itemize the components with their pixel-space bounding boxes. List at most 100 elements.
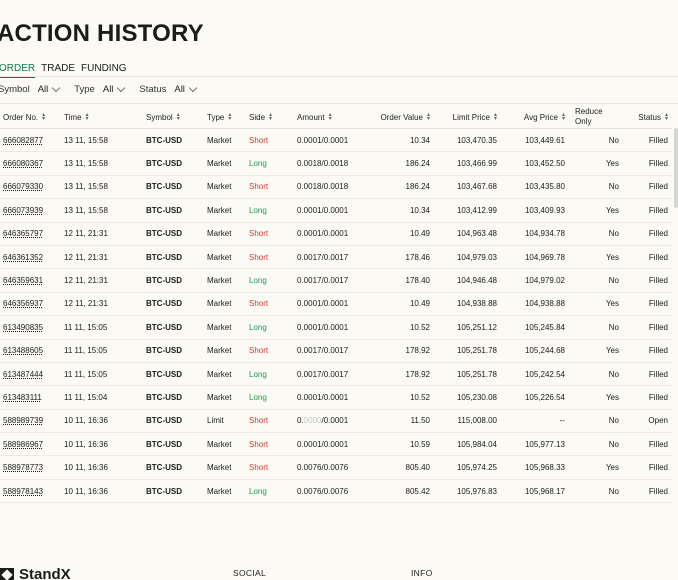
column-header-symbol[interactable]: Symbol ▴ ▾ <box>146 106 206 128</box>
order-reduce-only: No <box>608 276 619 286</box>
order-value: 178.92 <box>405 369 430 379</box>
status-filter-label: Status <box>139 84 167 95</box>
column-header-limit-price[interactable]: Limit Price ▴ ▾ <box>432 106 497 128</box>
order-avg-price: 104,938.88 <box>524 299 565 309</box>
order-side: Long <box>249 322 267 332</box>
order-time: 11 11, 15:05 <box>64 346 108 356</box>
order-status: Filled <box>648 252 668 262</box>
order-symbol: BTC-USD <box>146 322 182 332</box>
order-number-link[interactable]: 666073939 <box>3 206 43 215</box>
order-avg-price: 105,968.33 <box>524 463 565 473</box>
sort-icon: ▴ ▾ <box>493 112 497 122</box>
order-avg-price: -- <box>559 416 565 426</box>
order-limit-price: 103,470.35 <box>456 135 497 145</box>
order-number-link[interactable]: 613487444 <box>3 370 43 379</box>
type-filter-value: All <box>102 84 114 95</box>
table-row[interactable]: 613490835 11 11, 15:05 BTC-USD Market Long 0.… <box>0 316 672 340</box>
column-header-status[interactable]: Status ▴ ▾ <box>626 106 668 128</box>
order-reduce-only: Yes <box>605 346 619 356</box>
order-side: Short <box>249 299 269 309</box>
order-type: Limit <box>207 416 224 426</box>
order-number-link[interactable]: 646359631 <box>3 276 43 285</box>
order-status: Filled <box>648 205 668 215</box>
order-limit-price: 115,008.00 <box>457 416 497 426</box>
column-header-type[interactable]: Type ▴ ▾ <box>207 106 249 128</box>
order-limit-price: 104,963.48 <box>456 229 497 239</box>
order-reduce-only: Yes <box>605 299 619 309</box>
order-number-link[interactable]: 588989739 <box>3 416 43 425</box>
column-header-order-value[interactable]: Order Value ▴ ▾ <box>360 106 430 128</box>
table-row[interactable]: 588978143 10 11, 16:36 BTC-USD Market Long 0.… <box>0 480 672 504</box>
order-type: Market <box>207 346 232 356</box>
table-row[interactable]: 588978773 10 11, 16:36 BTC-USD Market Short 0… <box>0 456 672 480</box>
order-status: Filled <box>648 135 668 145</box>
table-row[interactable]: 613488605 11 11, 15:05 BTC-USD Market Short 0… <box>0 340 672 363</box>
order-status: Filled <box>648 369 668 379</box>
column-header-time[interactable]: Time ▴ ▾ <box>64 106 144 128</box>
table-row[interactable]: 588989739 10 11, 16:36 BTC-USD Limit Short 0.… <box>0 410 672 434</box>
table-row[interactable]: 666073939 13 11, 15:58 BTC-USD Market Long 0.… <box>0 199 672 223</box>
sort-icon: ▴ ▾ <box>228 112 232 122</box>
table-row[interactable]: 646361352 12 11, 21:31 BTC-USD Market Short 0… <box>0 246 672 270</box>
type-filter[interactable]: Type All <box>74 83 126 95</box>
table-scrollbar[interactable] <box>674 128 678 208</box>
order-number-link[interactable]: 666080367 <box>3 159 43 168</box>
order-side: Long <box>249 276 267 286</box>
order-limit-price: 103,412.99 <box>456 205 497 215</box>
symbol-filter[interactable]: Symbol All <box>0 83 61 95</box>
status-filter[interactable]: Status All <box>139 83 198 95</box>
sort-icon: ▴ ▾ <box>328 112 332 122</box>
type-filter-label: Type <box>74 84 95 95</box>
order-number-link[interactable]: 588978773 <box>3 463 43 472</box>
column-header-order-no[interactable]: Order No. ▴ ▾ <box>3 106 63 128</box>
order-number-link[interactable]: 588978143 <box>3 487 43 496</box>
order-status: Filled <box>648 322 668 332</box>
order-number-link[interactable]: 613483111 <box>3 393 42 402</box>
order-status: Filled <box>648 276 668 286</box>
table-row[interactable]: 666079330 13 11, 15:58 BTC-USD Market Short 0… <box>0 176 672 200</box>
order-number-link[interactable]: 646361352 <box>3 253 43 262</box>
order-symbol: BTC-USD <box>146 463 182 473</box>
order-reduce-only: No <box>608 182 619 192</box>
order-number-link[interactable]: 666079330 <box>3 182 43 191</box>
sort-icon: ▴ ▾ <box>664 112 668 122</box>
column-header-avg-price[interactable]: Avg Price ▴ ▾ <box>500 106 565 128</box>
order-reduce-only: No <box>608 369 619 379</box>
order-value: 178.92 <box>405 346 430 356</box>
order-reduce-only: No <box>608 416 619 426</box>
table-row[interactable]: 646365797 12 11, 21:31 BTC-USD Market Short 0… <box>0 223 672 246</box>
order-time: 13 11, 15:58 <box>64 182 108 192</box>
order-symbol: BTC-USD <box>146 276 182 286</box>
table-row[interactable]: 646356937 12 11, 21:31 BTC-USD Market Short 0… <box>0 293 672 317</box>
order-number-link[interactable]: 646365797 <box>3 229 43 238</box>
table-row[interactable]: 666082877 13 11, 15:58 BTC-USD Market Short 0… <box>0 129 672 153</box>
order-number-link[interactable]: 646356937 <box>3 299 43 308</box>
table-row[interactable]: 588986967 10 11, 16:36 BTC-USD Market Short 0… <box>0 433 672 457</box>
order-number-link[interactable]: 666082877 <box>3 136 43 145</box>
order-time: 12 11, 21:31 <box>64 252 108 262</box>
filter-bar: Symbol All Type All Status All <box>0 83 211 95</box>
sort-icon: ▴ ▾ <box>42 112 46 122</box>
order-side: Short <box>249 416 269 426</box>
order-side: Short <box>249 229 269 239</box>
order-type: Market <box>207 486 232 496</box>
order-number-link[interactable]: 613488605 <box>3 346 43 355</box>
column-header-reduce-only: Reduce Only <box>575 107 603 126</box>
order-value: 10.59 <box>409 439 430 449</box>
order-side: Long <box>249 486 267 496</box>
order-status: Filled <box>648 463 668 473</box>
order-reduce-only: Yes <box>605 159 619 169</box>
order-reduce-only: No <box>608 229 619 239</box>
order-time: 11 11, 15:05 <box>64 322 108 332</box>
order-symbol: BTC-USD <box>146 392 182 402</box>
order-number-link[interactable]: 588986967 <box>3 440 43 449</box>
table-row[interactable]: 666080367 13 11, 15:58 BTC-USD Market Long 0.… <box>0 152 672 176</box>
table-row[interactable]: 646359631 12 11, 21:31 BTC-USD Market Long 0.… <box>0 269 672 293</box>
page: ACTION HISTORY ORDER TRADE FUNDING Symbo… <box>0 0 678 580</box>
table-row[interactable]: 613487444 11 11, 15:05 BTC-USD Market Long 0.… <box>0 363 672 387</box>
chevron-down-icon <box>117 83 126 93</box>
footer-brand[interactable]: StandX <box>0 566 71 580</box>
order-number-link[interactable]: 613490835 <box>3 323 43 332</box>
table-row[interactable]: 613483111 11 11, 15:04 BTC-USD Market Long 0.… <box>0 386 672 410</box>
column-header-side[interactable]: Side ▴ ▾ <box>249 106 295 128</box>
